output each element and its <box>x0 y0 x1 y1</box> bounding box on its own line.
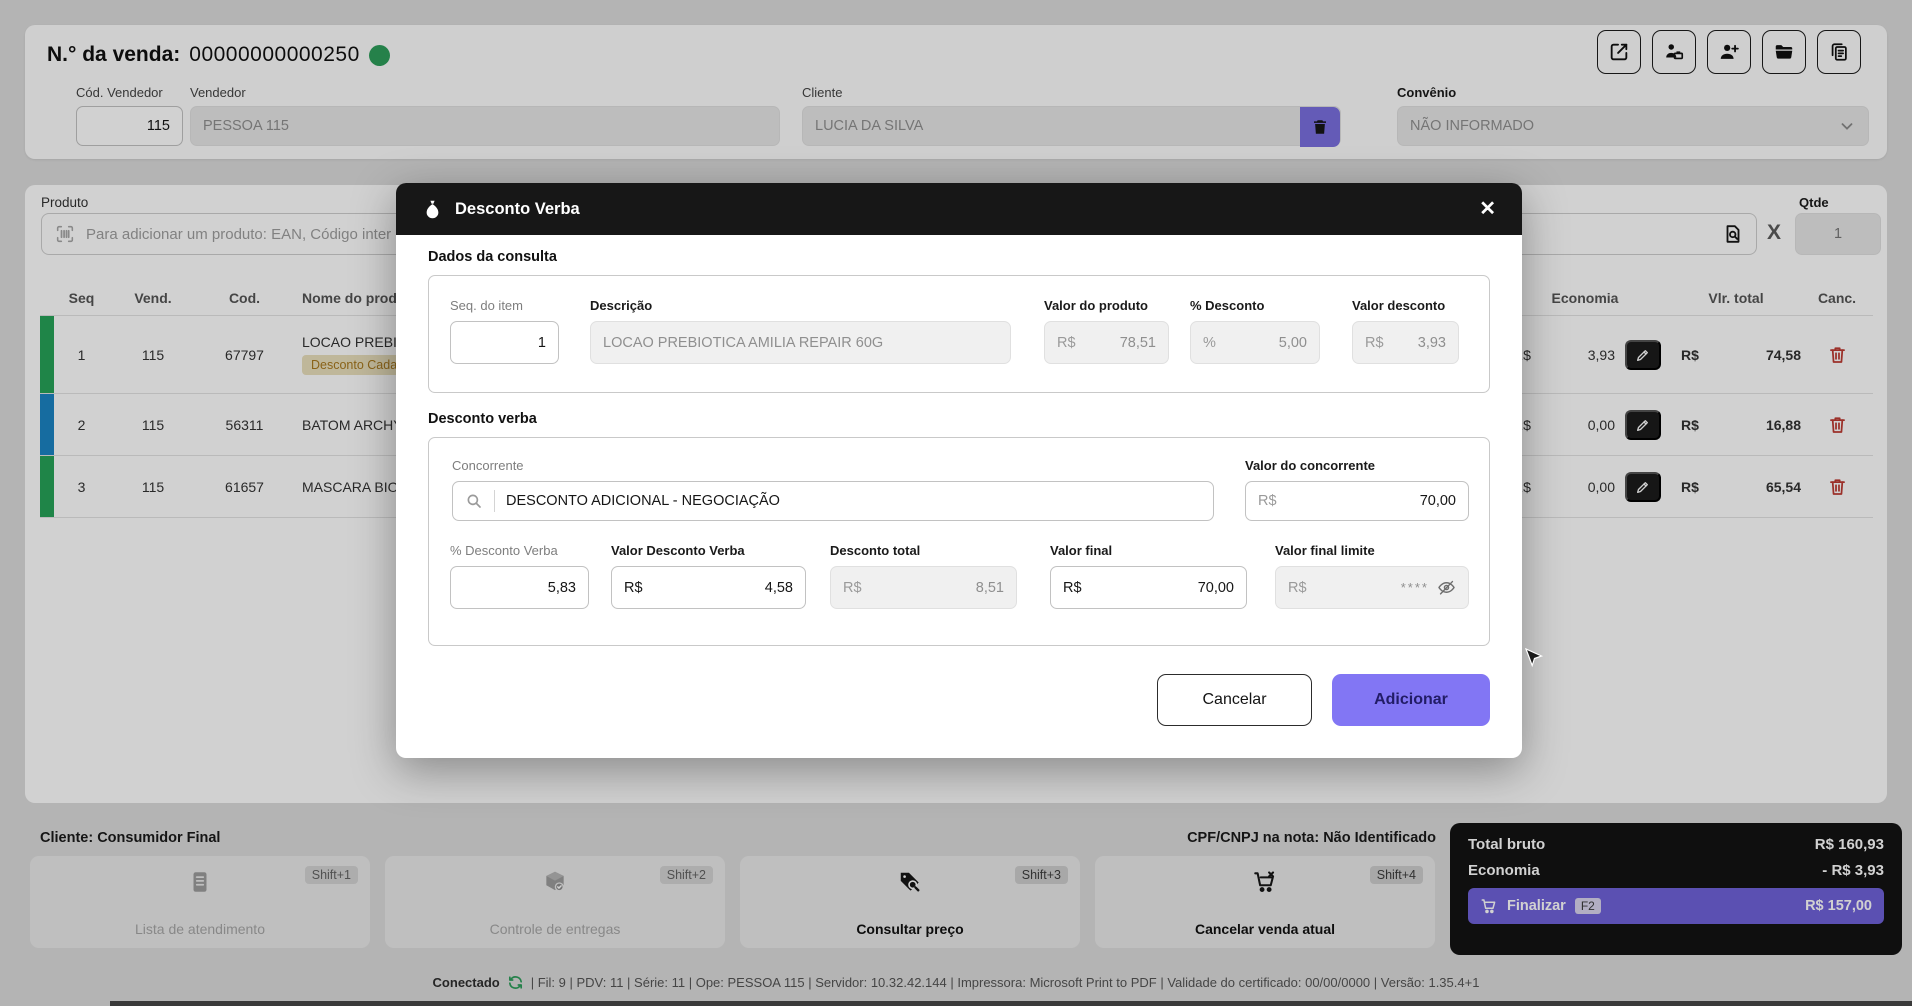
eye-slash-icon[interactable] <box>1437 578 1456 597</box>
adicionar-button[interactable]: Adicionar <box>1332 674 1490 726</box>
concorrente-label: Concorrente <box>452 458 524 473</box>
currency-prefix: R$ <box>1063 579 1082 596</box>
valor-desconto-field: Valor desconto R$ 3,93 <box>1352 298 1459 364</box>
seq-item-field: Seq. do item 1 <box>450 298 559 364</box>
valor-final-input[interactable]: R$ 70,00 <box>1050 566 1247 609</box>
concorrente-value: DESCONTO ADICIONAL - NEGOCIAÇÃO <box>506 493 780 509</box>
desconto-total-label: Desconto total <box>830 543 921 558</box>
pos-app: N.° da venda: 00000000000250 Cód. Vended… <box>0 0 1912 1006</box>
valor-final-limite-input: R$ **** <box>1275 566 1469 609</box>
valor-concorrente-label: Valor do concorrente <box>1245 458 1376 473</box>
desconto-verba-modal: Desconto Verba ✕ Dados da consulta Seq. … <box>396 183 1522 758</box>
pct-desconto-field: % Desconto % 5,00 <box>1190 298 1320 364</box>
concorrente-input[interactable]: DESCONTO ADICIONAL - NEGOCIAÇÃO <box>452 481 1214 521</box>
seq-item-value: 1 <box>537 334 546 351</box>
currency-prefix: R$ <box>1288 579 1307 596</box>
valor-desconto-verba-input[interactable]: R$ 4,58 <box>611 566 806 609</box>
money-bag-icon <box>422 199 443 220</box>
valor-final-limite-label: Valor final limite <box>1275 543 1375 558</box>
modal-buttons: Cancelar Adicionar <box>396 674 1490 726</box>
modal-title: Desconto Verba <box>455 199 580 218</box>
valor-desconto-value: 3,93 <box>1417 334 1446 351</box>
valor-desconto-verba-value: 4,58 <box>764 579 793 596</box>
pct-desconto-verba-label: % Desconto Verba <box>450 543 558 558</box>
percent-prefix: % <box>1203 334 1216 351</box>
cancelar-button[interactable]: Cancelar <box>1157 674 1312 726</box>
valor-produto-field: Valor do produto R$ 78,51 <box>1044 298 1169 364</box>
currency-prefix: R$ <box>1365 334 1384 351</box>
modal-header: Desconto Verba ✕ <box>396 183 1522 235</box>
valor-final-value: 70,00 <box>1197 579 1234 596</box>
desconto-total-value: 8,51 <box>975 579 1004 596</box>
valor-desconto-verba-label: Valor Desconto Verba <box>611 543 745 558</box>
valor-produto-input: R$ 78,51 <box>1044 321 1169 364</box>
valor-final-limite-field: Valor final limite R$ **** <box>1275 543 1469 609</box>
currency-prefix: R$ <box>843 579 862 596</box>
valor-concorrente-field: Valor do concorrente R$ 70,00 <box>1245 458 1469 521</box>
section-dados-consulta-title: Dados da consulta <box>428 249 557 265</box>
pct-desconto-verba-value: 5,83 <box>547 579 576 596</box>
valor-concorrente-value: 70,00 <box>1419 493 1456 509</box>
modal-close-button[interactable]: ✕ <box>1479 199 1496 219</box>
search-icon <box>465 492 483 510</box>
pct-desconto-value: 5,00 <box>1278 334 1307 351</box>
desconto-total-input: R$ 8,51 <box>830 566 1017 609</box>
valor-produto-value: 78,51 <box>1119 334 1156 351</box>
currency-prefix: R$ <box>1057 334 1076 351</box>
pct-desconto-verba-input[interactable]: 5,83 <box>450 566 589 609</box>
seq-item-input[interactable]: 1 <box>450 321 559 364</box>
mouse-cursor <box>1525 648 1545 670</box>
currency-prefix: R$ <box>624 579 643 596</box>
valor-final-field: Valor final R$ 70,00 <box>1050 543 1247 609</box>
valor-final-label: Valor final <box>1050 543 1113 558</box>
descricao-field: Descrição LOCAO PREBIOTICA AMILIA REPAIR… <box>590 298 1011 364</box>
desconto-total-field: Desconto total R$ 8,51 <box>830 543 1017 609</box>
valor-desconto-input: R$ 3,93 <box>1352 321 1459 364</box>
pct-desconto-verba-field: % Desconto Verba 5,83 <box>450 543 589 609</box>
concorrente-field: Concorrente DESCONTO ADICIONAL - NEGOCIA… <box>452 458 1214 521</box>
desconto-verba-box: Concorrente DESCONTO ADICIONAL - NEGOCIA… <box>428 437 1490 646</box>
valor-desconto-verba-field: Valor Desconto Verba R$ 4,58 <box>611 543 806 609</box>
section-desconto-verba-title: Desconto verba <box>428 411 537 427</box>
seq-item-label: Seq. do item <box>450 298 523 313</box>
descricao-label: Descrição <box>590 298 653 313</box>
pct-desconto-input: % 5,00 <box>1190 321 1320 364</box>
valor-produto-label: Valor do produto <box>1044 298 1148 313</box>
dados-consulta-box: Seq. do item 1 Descrição LOCAO PREBIOTIC… <box>428 275 1490 393</box>
valor-desconto-label: Valor desconto <box>1352 298 1446 313</box>
currency-prefix: R$ <box>1258 493 1277 509</box>
descricao-value: LOCAO PREBIOTICA AMILIA REPAIR 60G <box>603 334 884 351</box>
masked-value: **** <box>1400 580 1429 595</box>
valor-concorrente-input[interactable]: R$ 70,00 <box>1245 481 1469 521</box>
pct-desconto-label: % Desconto <box>1190 298 1265 313</box>
descricao-input: LOCAO PREBIOTICA AMILIA REPAIR 60G <box>590 321 1011 364</box>
